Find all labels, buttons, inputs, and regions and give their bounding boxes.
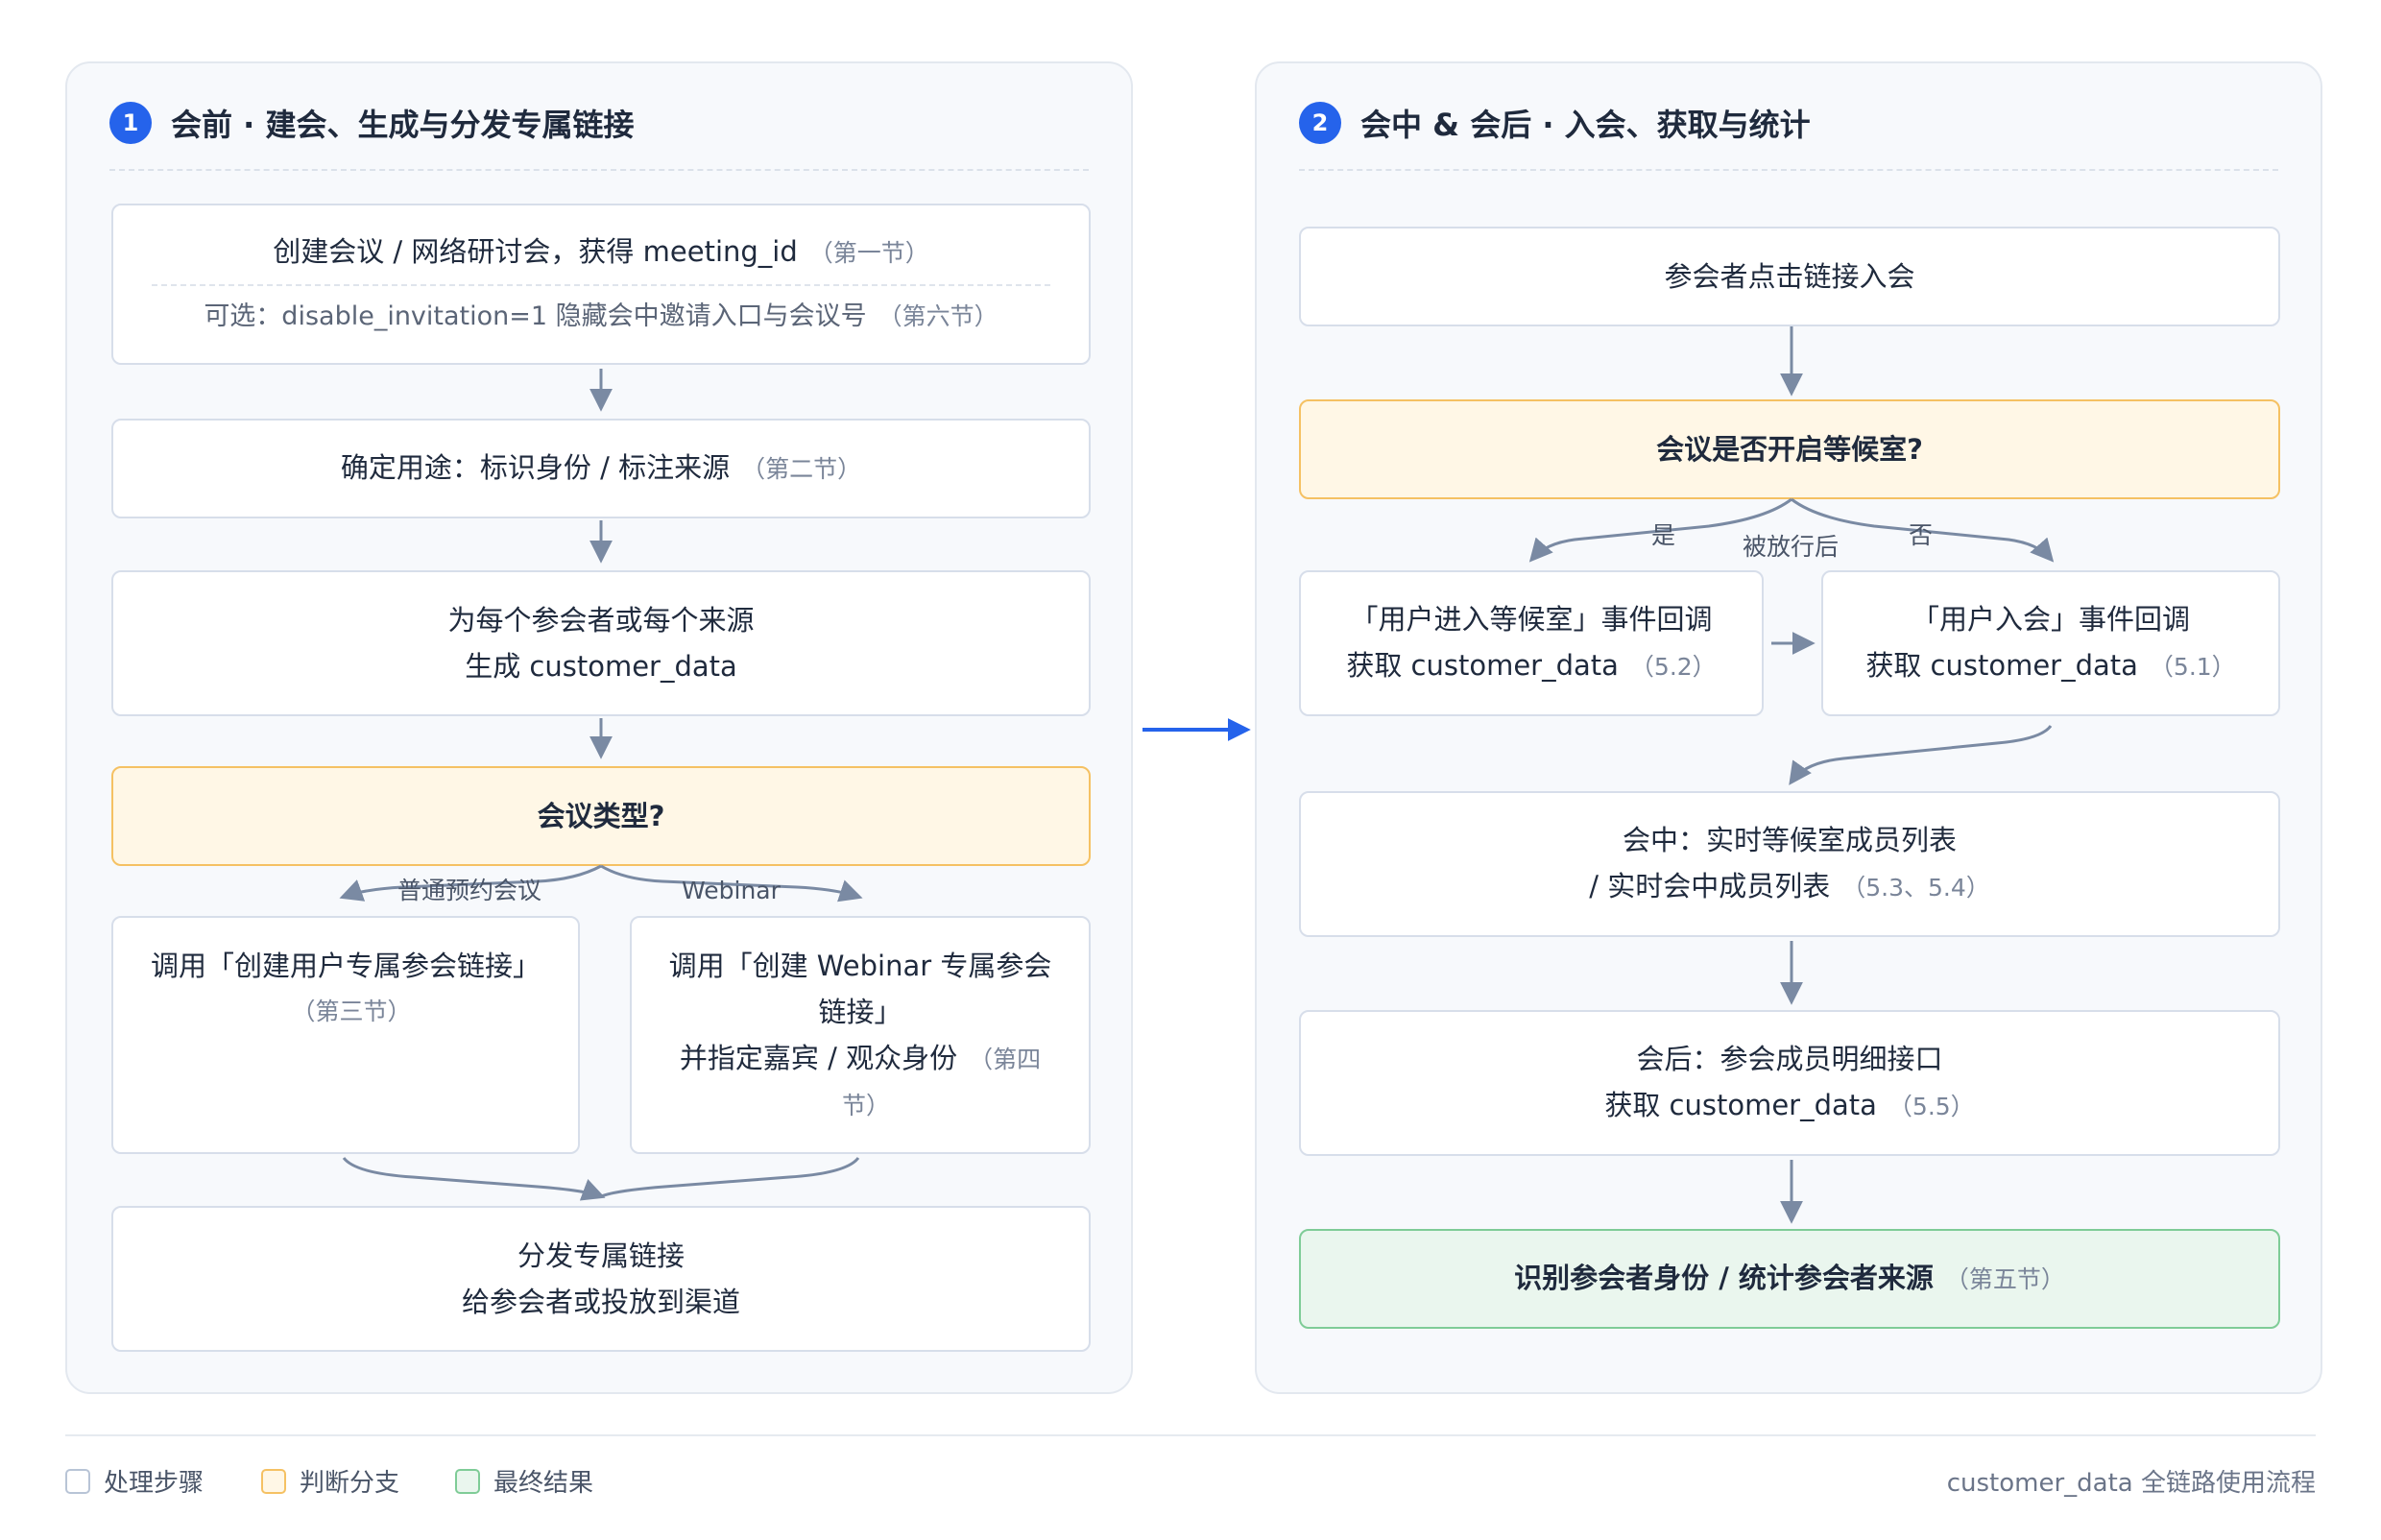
branch-label-regular: 普通预约会议 [397,877,541,904]
merge-line [600,1156,860,1198]
branch-label-admitted: 被放行后 [1743,533,1839,561]
legend-swatch-decision [261,1468,286,1494]
branch-label-webinar: Webinar [682,877,782,904]
legend-result: 最终结果 [455,1463,593,1499]
footer-divider [65,1434,2316,1436]
legend-swatch-result [455,1468,480,1494]
footer-caption: customer_data 全链路使用流程 [1946,1469,2316,1498]
flow-connectors: 普通预约会议 Webinar 是 否 被放行后 [339,326,2055,1224]
legend-label: 最终结果 [493,1469,594,1498]
branch-label-yes: 是 [1651,521,1675,549]
merge-arrow [342,1156,606,1201]
legend-decision: 判断分支 [261,1463,399,1499]
join-to-in-meeting-arrow [1789,725,2053,785]
legend-step: 处理步骤 [65,1463,204,1499]
legend-label: 处理步骤 [104,1469,204,1498]
legend-swatch-step [65,1468,90,1494]
legend-label: 判断分支 [300,1469,400,1498]
branch-label-no: 否 [1909,521,1933,549]
